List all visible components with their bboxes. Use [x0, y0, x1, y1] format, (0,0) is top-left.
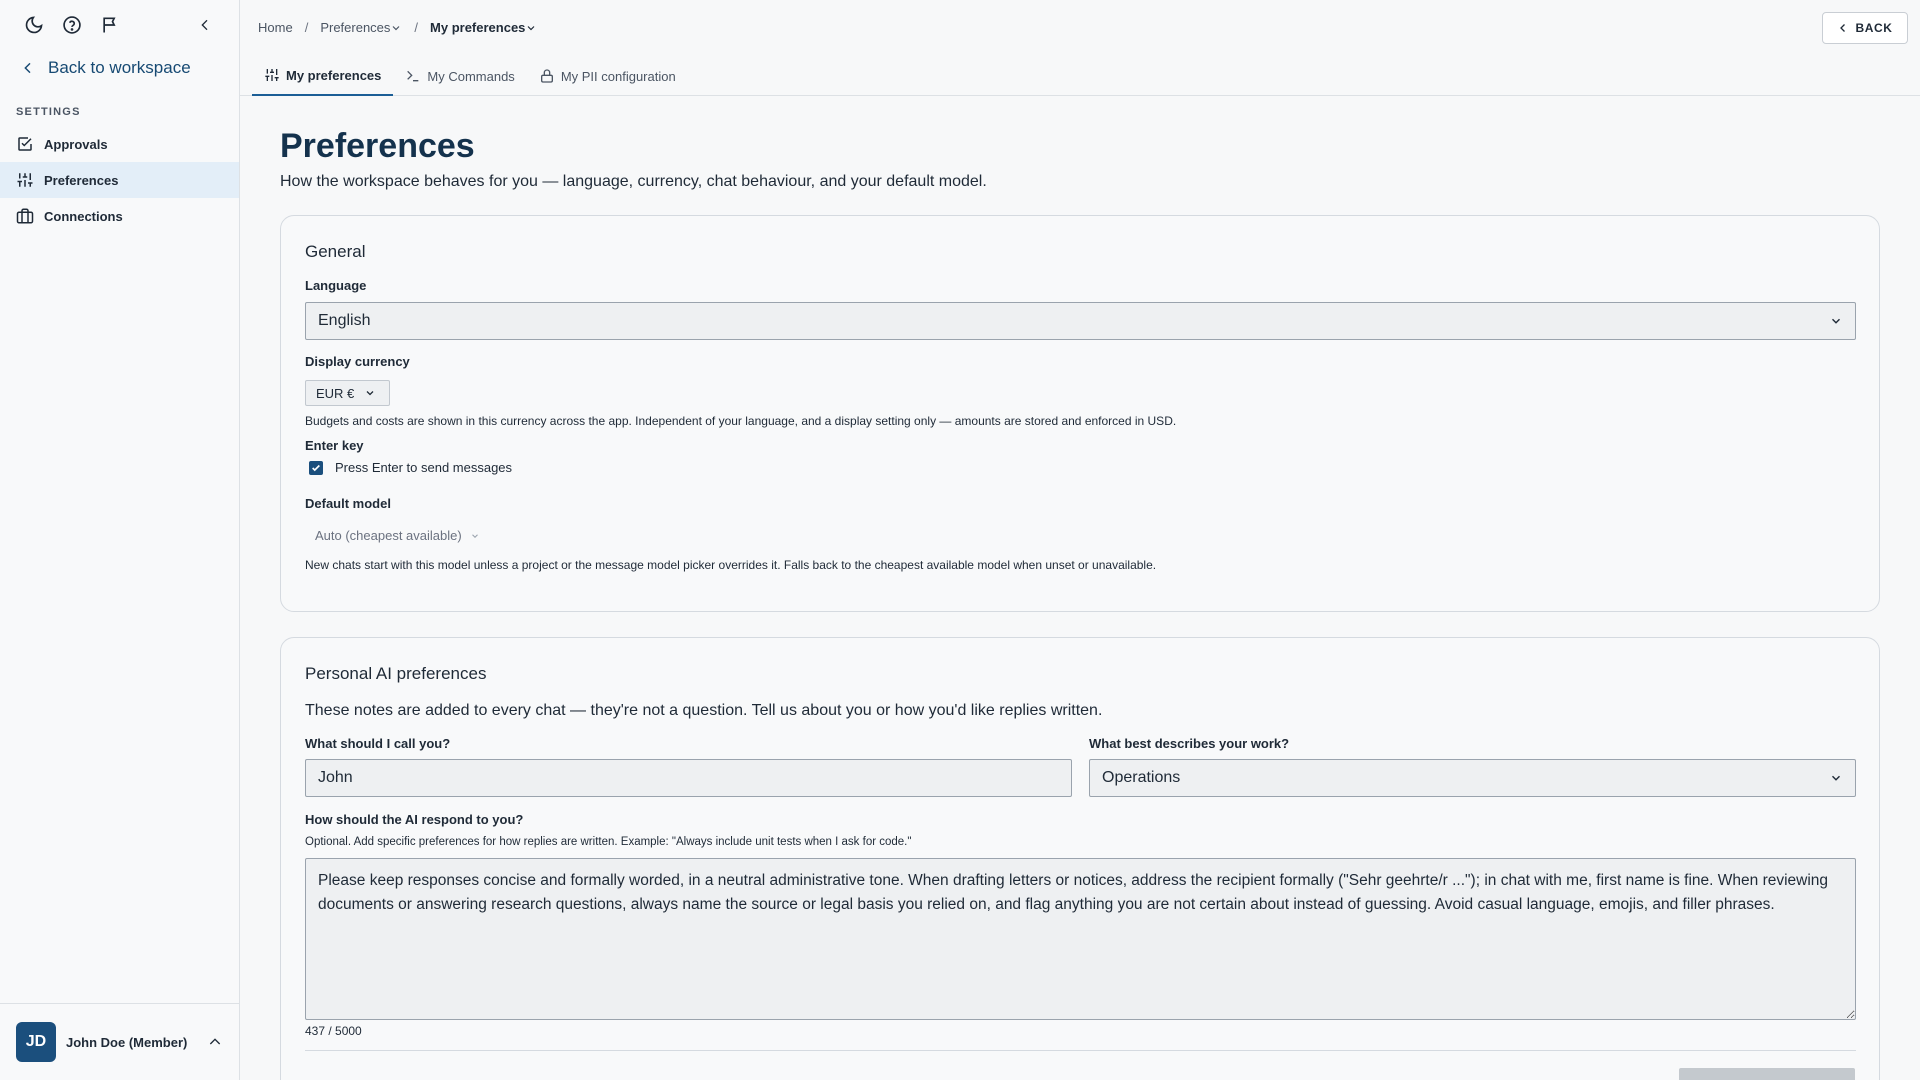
tab-my-pii-configuration[interactable]: My PII configuration	[527, 56, 688, 96]
lock-icon	[540, 69, 553, 83]
chevron-left-icon	[1840, 24, 1846, 32]
character-counter: 437 / 5000	[305, 1024, 362, 1038]
call-you-input[interactable]	[305, 759, 1072, 797]
currency-select[interactable]: EUR €	[305, 380, 390, 406]
chevron-up-icon	[209, 1038, 221, 1045]
enter-to-send-checkbox[interactable]: Press Enter to send messages	[309, 460, 512, 475]
currency-select-value: EUR €	[316, 385, 355, 401]
personal-ai-card: Personal AI preferences These notes are …	[280, 637, 1880, 1080]
currency-help: Budgets and costs are shown in this curr…	[305, 414, 1177, 428]
main-content: Preferences How the workspace behaves fo…	[240, 97, 1920, 1080]
chevron-down-icon	[1832, 318, 1840, 324]
sidebar-item-label: Approvals	[44, 136, 108, 152]
chevron-down-icon	[366, 391, 374, 396]
chevron-down-icon	[527, 25, 535, 30]
chevron-down-icon	[392, 25, 400, 30]
collapse-sidebar-icon[interactable]	[193, 13, 217, 37]
checkbox-label: Press Enter to send messages	[335, 460, 513, 475]
default-model-label: Default model	[305, 496, 391, 511]
page-title: Preferences	[280, 127, 475, 165]
sliders-icon	[17, 173, 33, 187]
tab-label: My preferences	[286, 67, 382, 83]
respond-help: Optional. Add specific preferences for h…	[305, 836, 912, 848]
moon-icon[interactable]	[22, 13, 46, 37]
work-label: What best describes your work?	[1089, 736, 1290, 751]
user-menu[interactable]: JD John Doe (Member)	[0, 1003, 239, 1080]
tab-my-commands[interactable]: My Commands	[393, 56, 526, 96]
back-to-workspace-link[interactable]: Back to workspace	[20, 58, 191, 78]
general-card-title: General	[305, 242, 366, 261]
breadcrumb-label: My preferences	[430, 20, 526, 35]
call-you-label: What should I call you?	[305, 736, 451, 751]
default-model-select[interactable]: Auto (cheapest available)	[315, 528, 480, 543]
save-button[interactable]	[1679, 1068, 1855, 1080]
user-name: John Doe (Member)	[66, 1034, 188, 1050]
tab-label: My Commands	[427, 68, 515, 84]
sidebar-item-connections[interactable]: Connections	[0, 198, 239, 234]
check-icon	[312, 464, 320, 471]
language-select-value: English	[318, 312, 371, 329]
sidebar: Back to workspace SETTINGS Approvals Pre…	[0, 0, 240, 1080]
personal-ai-intro: These notes are added to every chat — th…	[305, 702, 1103, 719]
tab-label: My PII configuration	[560, 68, 676, 84]
respond-label: How should the AI respond to you?	[305, 812, 524, 827]
breadcrumb-preferences[interactable]: Preferences	[320, 20, 402, 35]
personal-ai-card-title: Personal AI preferences	[305, 664, 487, 683]
sidebar-item-label: Preferences	[44, 172, 119, 188]
chevron-left-icon	[24, 62, 31, 74]
language-label: Language	[305, 278, 367, 293]
breadcrumb: Home / Preferences / My preferences	[258, 20, 537, 35]
avatar: JD	[16, 1022, 56, 1062]
breadcrumb-label: Preferences	[320, 20, 391, 35]
briefcase-icon	[16, 208, 34, 224]
language-select[interactable]: English	[305, 302, 1856, 340]
help-icon[interactable]	[60, 13, 84, 37]
chevron-down-icon	[471, 533, 478, 538]
enter-key-label: Enter key	[305, 438, 364, 453]
top-bar: Home / Preferences / My preferences BACK…	[240, 0, 1920, 96]
default-model-value: Auto (cheapest available)	[315, 528, 462, 543]
general-card: General Language English Display currenc…	[280, 215, 1880, 612]
settings-section-label: SETTINGS	[16, 106, 81, 118]
sidebar-item-label: Connections	[44, 208, 123, 224]
chevron-down-icon	[1832, 775, 1840, 781]
work-select[interactable]: Operations	[1089, 759, 1856, 797]
settings-nav: Approvals Preferences Connections	[0, 126, 239, 234]
breadcrumb-separator: /	[414, 20, 419, 35]
breadcrumb-home[interactable]: Home	[258, 20, 293, 35]
sidebar-item-preferences[interactable]: Preferences	[0, 162, 239, 198]
currency-label: Display currency	[305, 354, 410, 369]
breadcrumb-current[interactable]: My preferences	[430, 20, 537, 35]
divider	[305, 1050, 1856, 1051]
sidebar-item-approvals[interactable]: Approvals	[0, 126, 239, 162]
back-button-label: BACK	[1855, 21, 1893, 35]
sliders-icon	[265, 69, 279, 81]
page-subtitle: How the workspace behaves for you — lang…	[280, 173, 987, 190]
sidebar-toolbar	[22, 10, 217, 40]
flag-icon[interactable]	[98, 13, 122, 37]
check-square-icon	[18, 137, 32, 151]
terminal-icon	[407, 70, 419, 82]
back-button[interactable]: BACK	[1822, 12, 1908, 44]
back-to-workspace-label: Back to workspace	[48, 58, 191, 77]
respond-textarea[interactable]: Please keep responses concise and formal…	[305, 858, 1856, 1020]
tab-my-preferences[interactable]: My preferences	[252, 56, 394, 96]
tab-bar: My preferences My Commands My PII config…	[252, 56, 688, 96]
checkbox-checked[interactable]	[309, 460, 323, 475]
breadcrumb-separator: /	[304, 20, 309, 35]
work-select-value: Operations	[1102, 769, 1181, 786]
default-model-help: New chats start with this model unless a…	[305, 558, 1157, 572]
